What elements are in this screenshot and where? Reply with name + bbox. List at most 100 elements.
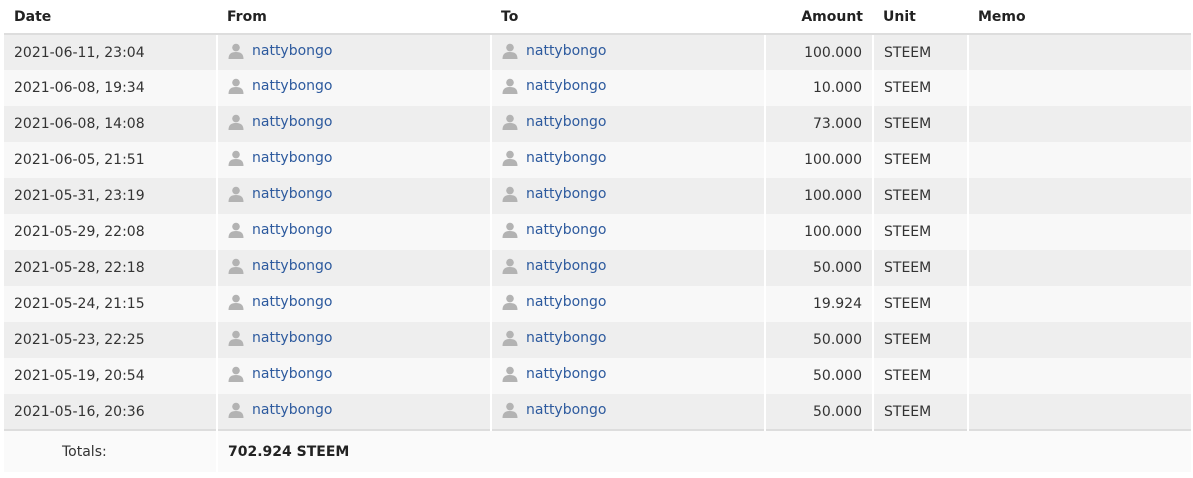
date-text: 2021-05-23, 22:25	[14, 332, 145, 348]
date-cell: 2021-06-11, 23:04	[4, 34, 218, 70]
to-cell: nattybongo	[491, 250, 766, 286]
amount-text: 19.924	[813, 296, 862, 312]
to-user-name: nattybongo	[526, 294, 607, 310]
unit-cell: STEEM	[873, 214, 969, 250]
to-user-name: nattybongo	[526, 222, 607, 238]
amount-cell: 100.000	[765, 214, 874, 250]
to-cell: nattybongo	[491, 394, 766, 430]
amount-cell: 10.000	[765, 70, 874, 106]
to-cell: nattybongo	[491, 142, 766, 178]
to-cell: nattybongo	[491, 214, 766, 250]
to-user-link[interactable]: nattybongo	[502, 294, 607, 310]
unit-cell: STEEM	[873, 34, 969, 70]
from-user-link[interactable]: nattybongo	[228, 78, 333, 94]
user-avatar-icon	[228, 366, 244, 382]
to-user-name: nattybongo	[526, 150, 607, 166]
memo-cell	[968, 106, 1191, 142]
from-cell: nattybongo	[217, 322, 492, 358]
header-date: Date	[4, 0, 217, 35]
from-user-link[interactable]: nattybongo	[228, 186, 333, 202]
unit-cell: STEEM	[873, 250, 969, 286]
to-user-link[interactable]: nattybongo	[502, 330, 607, 346]
to-user-link[interactable]: nattybongo	[502, 43, 607, 59]
from-user-link[interactable]: nattybongo	[228, 402, 333, 418]
amount-cell: 50.000	[765, 358, 874, 394]
from-cell: nattybongo	[217, 178, 492, 214]
totals-row: Totals: 702.924 STEEM	[4, 429, 1191, 472]
unit-cell: STEEM	[873, 106, 969, 142]
header-to: To	[491, 0, 765, 35]
from-user-link[interactable]: nattybongo	[228, 258, 333, 274]
amount-text: 50.000	[813, 403, 862, 420]
to-user-link[interactable]: nattybongo	[502, 186, 607, 202]
user-avatar-icon	[502, 366, 518, 382]
to-user-link[interactable]: nattybongo	[502, 258, 607, 274]
transfers-table: Date From To Amount Unit Memo 2021-06-11…	[4, 0, 1191, 472]
unit-cell: STEEM	[873, 286, 969, 322]
from-user-link[interactable]: nattybongo	[228, 366, 333, 382]
date-text: 2021-05-24, 21:15	[14, 296, 145, 312]
user-avatar-icon	[228, 294, 244, 310]
table-row: 2021-06-08, 19:34 nattybongo nattybongo …	[4, 70, 1191, 106]
amount-cell: 19.924	[765, 286, 874, 322]
to-user-link[interactable]: nattybongo	[502, 150, 607, 166]
date-text: 2021-06-08, 14:08	[14, 116, 145, 132]
to-cell: nattybongo	[491, 178, 766, 214]
date-text: 2021-05-19, 20:54	[14, 368, 145, 384]
user-avatar-icon	[502, 78, 518, 94]
from-user-link[interactable]: nattybongo	[228, 43, 333, 59]
header-from: From	[217, 0, 491, 35]
amount-cell: 100.000	[765, 142, 874, 178]
user-avatar-icon	[502, 150, 518, 166]
unit-text: STEEM	[884, 332, 932, 348]
from-cell: nattybongo	[217, 286, 492, 322]
unit-text: STEEM	[884, 188, 932, 204]
unit-text: STEEM	[884, 80, 932, 96]
to-user-link[interactable]: nattybongo	[502, 114, 607, 130]
memo-cell	[968, 394, 1191, 430]
unit-cell: STEEM	[873, 142, 969, 178]
date-cell: 2021-05-19, 20:54	[4, 358, 218, 394]
from-user-link[interactable]: nattybongo	[228, 330, 333, 346]
to-user-link[interactable]: nattybongo	[502, 402, 607, 418]
table-row: 2021-06-11, 23:04 nattybongo nattybongo …	[4, 34, 1191, 70]
from-user-name: nattybongo	[252, 42, 333, 59]
date-cell: 2021-05-23, 22:25	[4, 322, 218, 358]
to-user-link[interactable]: nattybongo	[502, 78, 607, 94]
table-row: 2021-05-29, 22:08 nattybongo nattybongo …	[4, 214, 1191, 250]
from-user-link[interactable]: nattybongo	[228, 294, 333, 310]
amount-text: 50.000	[813, 368, 862, 384]
amount-text: 100.000	[804, 224, 862, 240]
date-cell: 2021-05-16, 20:36	[4, 394, 218, 430]
from-user-name: nattybongo	[252, 186, 333, 202]
date-text: 2021-05-31, 23:19	[14, 188, 145, 204]
from-user-link[interactable]: nattybongo	[228, 222, 333, 238]
to-cell: nattybongo	[491, 34, 766, 70]
from-cell: nattybongo	[217, 394, 492, 430]
amount-cell: 50.000	[765, 250, 874, 286]
from-user-link[interactable]: nattybongo	[228, 114, 333, 130]
amount-cell: 73.000	[765, 106, 874, 142]
from-user-name: nattybongo	[252, 78, 333, 94]
to-cell: nattybongo	[491, 322, 766, 358]
user-avatar-icon	[502, 330, 518, 346]
date-cell: 2021-05-28, 22:18	[4, 250, 218, 286]
date-text: 2021-05-29, 22:08	[14, 224, 145, 240]
to-user-name: nattybongo	[526, 186, 607, 202]
date-cell: 2021-06-08, 14:08	[4, 106, 218, 142]
to-user-link[interactable]: nattybongo	[502, 222, 607, 238]
from-user-link[interactable]: nattybongo	[228, 150, 333, 166]
table-footer: Totals: 702.924 STEEM	[4, 429, 1191, 472]
unit-text: STEEM	[884, 296, 932, 312]
to-user-name: nattybongo	[526, 366, 607, 382]
amount-text: 10.000	[813, 80, 862, 96]
unit-text: STEEM	[884, 116, 932, 132]
memo-cell	[968, 286, 1191, 322]
amount-cell: 50.000	[765, 322, 874, 358]
memo-cell	[968, 358, 1191, 394]
table-row: 2021-05-28, 22:18 nattybongo nattybongo …	[4, 250, 1191, 286]
table-body: 2021-06-11, 23:04 nattybongo nattybongo …	[4, 34, 1191, 430]
date-cell: 2021-05-24, 21:15	[4, 286, 218, 322]
to-user-link[interactable]: nattybongo	[502, 366, 607, 382]
unit-text: STEEM	[884, 403, 932, 420]
